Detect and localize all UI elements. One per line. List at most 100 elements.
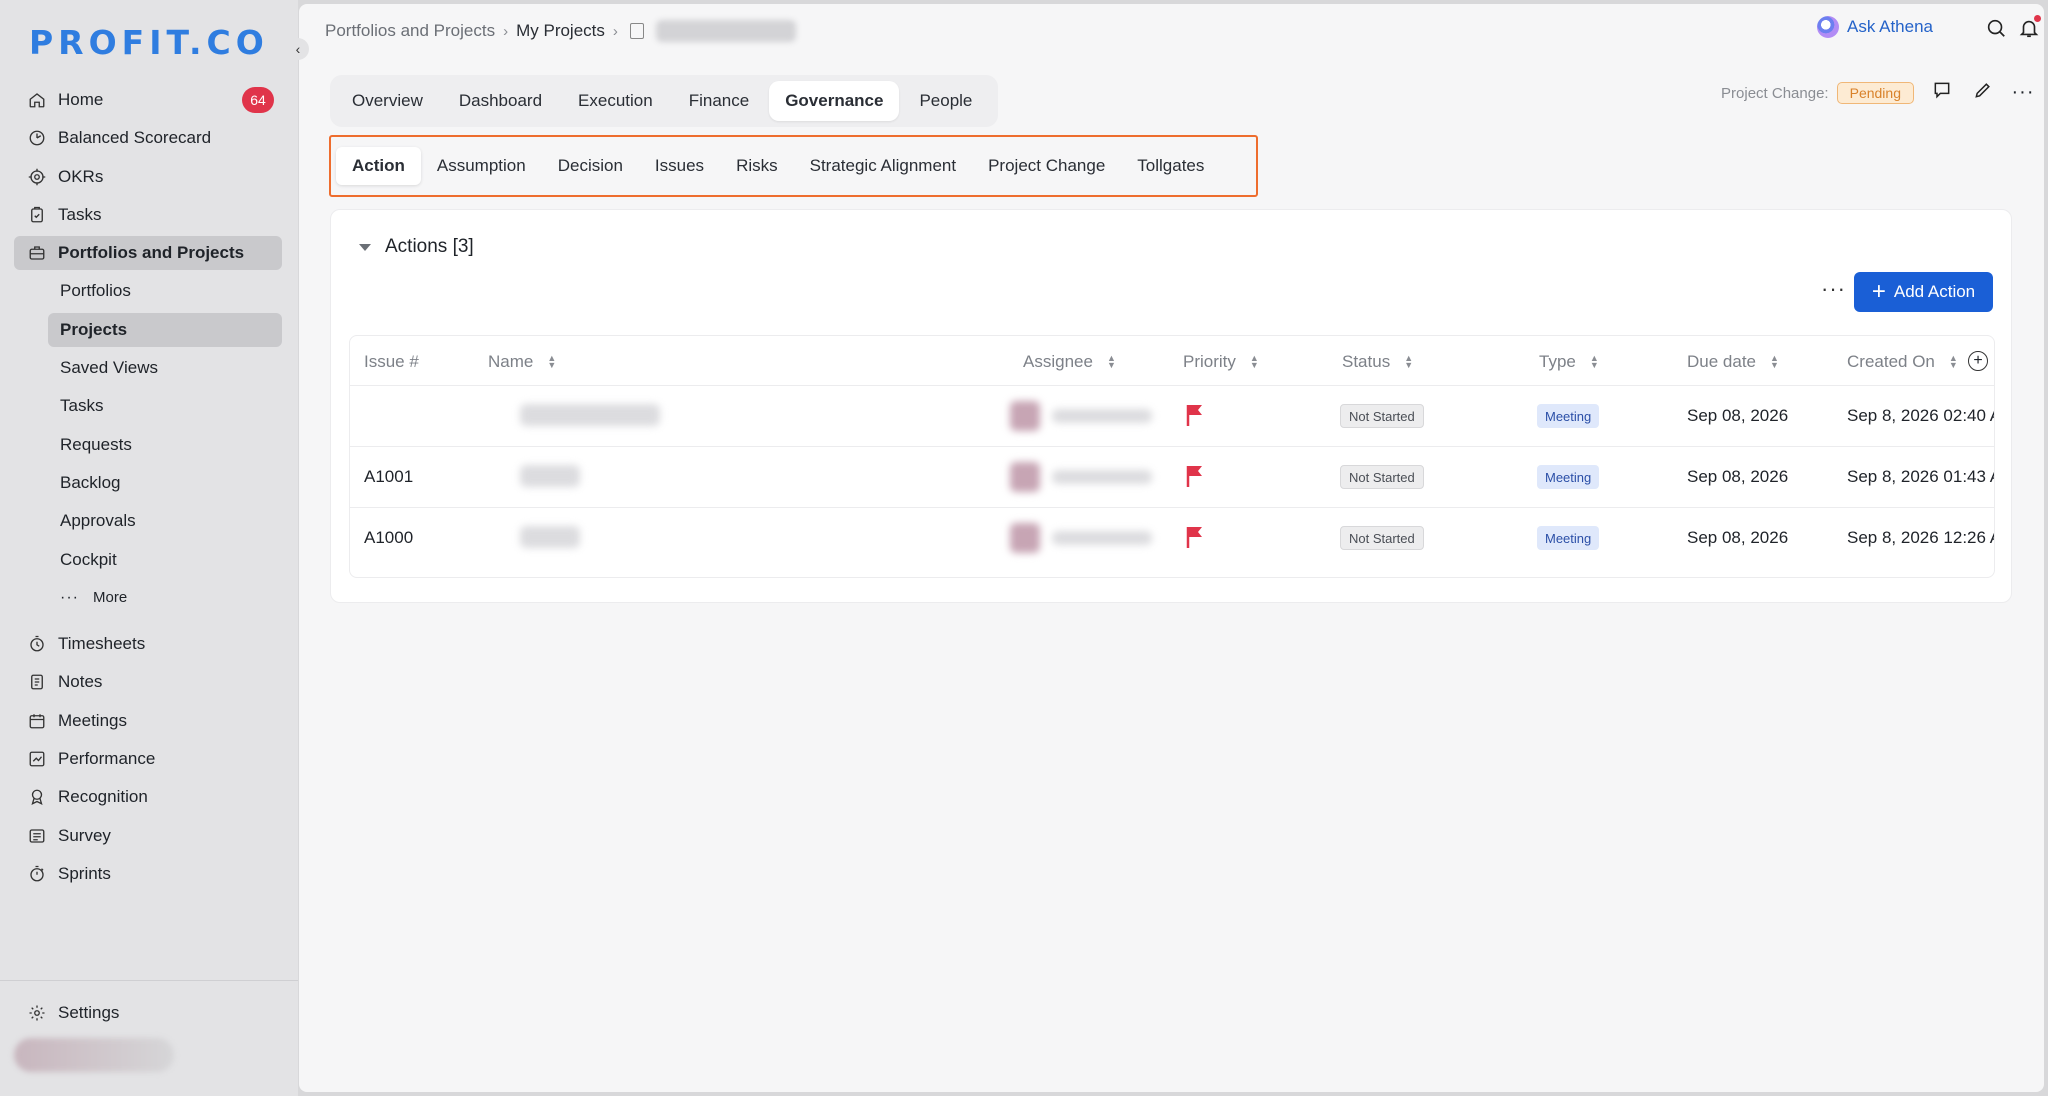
tab-people[interactable]: People	[903, 81, 988, 121]
sidebar-item-timesheets[interactable]: Timesheets	[14, 627, 282, 661]
breadcrumb-project-name[interactable]	[655, 20, 796, 42]
subtab-strategic-alignment[interactable]: Strategic Alignment	[794, 147, 972, 185]
column-type[interactable]: Type ▲ ▼	[1539, 352, 1599, 372]
column-label: Priority	[1183, 352, 1236, 371]
sidebar-subitem-cockpit[interactable]: Cockpit	[48, 543, 282, 577]
add-column-button[interactable]: +	[1968, 351, 1988, 371]
sidebar-subitem-saved-views[interactable]: Saved Views	[48, 351, 282, 385]
sidebar-item-survey[interactable]: Survey	[14, 819, 282, 853]
chart-icon	[28, 750, 46, 768]
subtab-project-change[interactable]: Project Change	[972, 147, 1121, 185]
sidebar-item-okrs[interactable]: OKRs	[14, 160, 282, 194]
tab-overview[interactable]: Overview	[336, 81, 439, 121]
column-label: Type	[1539, 352, 1576, 371]
sidebar-subitem-more[interactable]: ··· More	[48, 581, 282, 615]
column-due-date[interactable]: Due date ▲ ▼	[1687, 352, 1779, 372]
sidebar-item-label: Recognition	[58, 787, 148, 807]
sort-icon: ▲ ▼	[1249, 353, 1259, 370]
tab-dashboard[interactable]: Dashboard	[443, 81, 558, 121]
tab-governance[interactable]: Governance	[769, 81, 900, 121]
more-label: More	[92, 589, 128, 607]
breadcrumb-my-projects[interactable]: My Projects	[516, 21, 605, 41]
column-created-on[interactable]: Created On ▲ ▼	[1847, 352, 1958, 372]
search-button[interactable]	[1984, 18, 2008, 42]
sidebar-item-balanced-scorecard[interactable]: Balanced Scorecard	[14, 121, 282, 155]
type-badge: Meeting	[1537, 404, 1600, 428]
tab-execution[interactable]: Execution	[562, 81, 669, 121]
subtab-issues[interactable]: Issues	[639, 147, 720, 185]
cell-name[interactable]	[520, 404, 660, 426]
subtab-action[interactable]: Action	[336, 147, 421, 185]
cell-issue: A1001	[364, 467, 414, 486]
user-profile-chip[interactable]	[14, 1038, 174, 1072]
cell-assignee[interactable]	[1010, 461, 1170, 493]
cell-name[interactable]	[520, 465, 580, 487]
table-row[interactable]: Not Started Meeting Sep 08, 2026 Sep 8, …	[350, 386, 1994, 447]
sidebar-item-label: Survey	[58, 825, 111, 845]
breadcrumb-portfolios-and-projects[interactable]: Portfolios and Projects	[325, 21, 495, 41]
calendar-icon	[28, 712, 46, 730]
actions-table: Issue # Name ▲ ▼ Assignee ▲ ▼ Priority ▲ ▼ Sta…	[349, 335, 1995, 578]
governance-subtabs: Action Assumption Decision Issues Risks …	[329, 135, 1258, 197]
sidebar-item-settings[interactable]: Settings	[14, 996, 282, 1030]
sidebar-subitem-tasks[interactable]: Tasks	[48, 389, 282, 423]
column-issue[interactable]: Issue #	[364, 352, 419, 372]
sidebar-item-home[interactable]: Home 64	[14, 83, 282, 117]
more-horizontal-icon: ···	[2011, 80, 2035, 103]
sidebar-item-performance[interactable]: Performance	[14, 742, 282, 776]
column-status[interactable]: Status ▲ ▼	[1342, 352, 1413, 372]
sidebar-collapse-button[interactable]: ‹	[287, 38, 309, 60]
subtab-tollgates[interactable]: Tollgates	[1121, 147, 1220, 185]
subtab-decision[interactable]: Decision	[542, 147, 639, 185]
comments-button[interactable]	[1930, 80, 1954, 104]
sidebar-item-portfolios-and-projects[interactable]: Portfolios and Projects	[14, 236, 282, 271]
sidebar-subitem-approvals[interactable]: Approvals	[48, 504, 282, 538]
notification-count-badge: 64	[242, 87, 274, 113]
more-options-button[interactable]: ···	[2011, 80, 2035, 104]
column-name[interactable]: Name ▲ ▼	[488, 352, 556, 372]
column-assignee[interactable]: Assignee ▲ ▼	[1023, 352, 1116, 372]
cell-created-on: Sep 8, 2026 01:43 A	[1847, 467, 1995, 486]
target-icon	[28, 168, 46, 186]
sidebar-item-tasks[interactable]: Tasks	[14, 198, 282, 232]
column-priority[interactable]: Priority ▲ ▼	[1183, 352, 1259, 372]
cell-assignee[interactable]	[1010, 522, 1170, 554]
actions-more-button[interactable]: ···	[1821, 276, 1846, 302]
priority-flag-icon	[1186, 405, 1202, 426]
sidebar-subitem-portfolios[interactable]: Portfolios	[48, 274, 282, 308]
edit-button[interactable]	[1971, 80, 1995, 104]
tasks-icon	[28, 206, 46, 224]
column-label: Due date	[1687, 352, 1756, 371]
tab-finance[interactable]: Finance	[673, 81, 765, 121]
column-label: Name	[488, 352, 534, 371]
table-row[interactable]: A1001 Not Started Meeting Sep 08, 2026 S…	[350, 447, 1994, 508]
cell-name[interactable]	[520, 526, 580, 548]
ask-athena-button[interactable]: Ask Athena	[1816, 16, 1933, 38]
sort-icon: ▲ ▼	[1106, 353, 1116, 370]
add-action-button[interactable]: + Add Action	[1854, 272, 1993, 312]
athena-icon	[1816, 16, 1839, 38]
sidebar-item-notes[interactable]: Notes	[14, 665, 282, 699]
column-label: Assignee	[1023, 352, 1093, 371]
sidebar-item-meetings[interactable]: Meetings	[14, 704, 282, 738]
cell-assignee[interactable]	[1010, 400, 1170, 432]
sidebar-item-recognition[interactable]: Recognition	[14, 780, 282, 814]
subtab-risks[interactable]: Risks	[720, 147, 794, 185]
notification-dot	[2034, 15, 2041, 22]
sidebar-subitem-backlog[interactable]: Backlog	[48, 466, 282, 500]
sidebar-item-sprints[interactable]: Sprints	[14, 857, 282, 891]
notifications-button[interactable]	[2017, 15, 2041, 42]
sidebar-subitem-requests[interactable]: Requests	[48, 428, 282, 462]
table-row[interactable]: A1000 Not Started Meeting Sep 08, 2026 S…	[350, 508, 1994, 569]
main-content: Portfolios and Projects › My Projects › …	[299, 4, 2044, 1092]
cell-due-date: Sep 08, 2026	[1687, 467, 1789, 486]
topbar: Portfolios and Projects › My Projects › …	[299, 4, 2044, 56]
sort-icon: ▲ ▼	[1770, 353, 1779, 370]
project-tabs: Overview Dashboard Execution Finance Gov…	[330, 75, 999, 127]
logo[interactable]: PROFIT.CO	[29, 23, 269, 62]
sidebar-subitem-projects[interactable]: Projects	[48, 312, 282, 347]
actions-section-toggle[interactable]: Actions [3]	[359, 236, 474, 258]
sidebar-item-label: Tasks	[58, 204, 102, 224]
subtab-assumption[interactable]: Assumption	[421, 147, 542, 185]
award-icon	[28, 788, 46, 806]
